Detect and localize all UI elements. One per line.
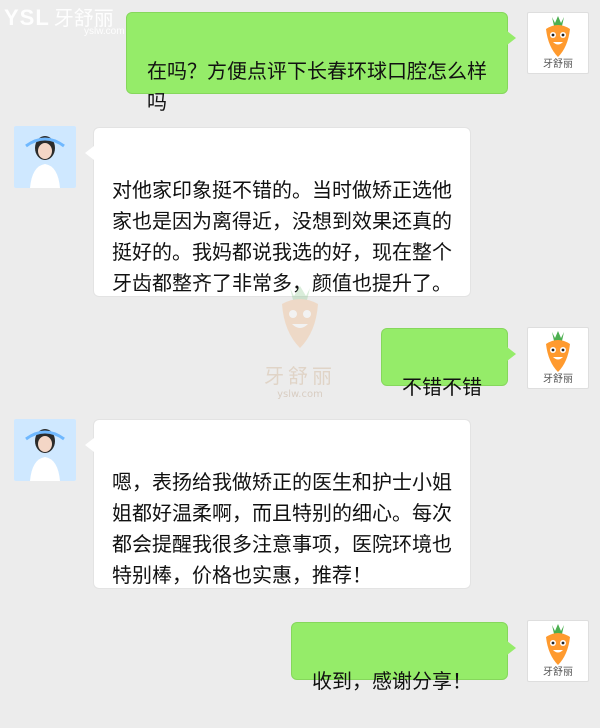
carrot-label: 牙舒丽 [543, 667, 573, 678]
carrot-label: 牙舒丽 [543, 374, 573, 385]
carrot-mascot-icon [546, 331, 570, 372]
carrot-label: 牙舒丽 [543, 59, 573, 70]
user-photo-icon [14, 126, 76, 188]
message-text: 在吗？方便点评下长春环球口腔怎么样吗 [147, 59, 487, 114]
carrot-mascot-icon [546, 624, 570, 665]
avatar-carrot[interactable]: 牙舒丽 [527, 12, 589, 74]
message-bubble-outgoing[interactable]: 不错不错 [381, 328, 516, 399]
avatar-carrot[interactable]: 牙舒丽 [527, 620, 589, 682]
watermark-prefix: YSL [4, 5, 50, 30]
user-photo-icon [14, 419, 76, 481]
center-watermark-url: yslw.com [277, 389, 323, 400]
message-bubble-outgoing[interactable]: 在吗？方便点评下长春环球口腔怎么样吗 [126, 12, 516, 114]
message-bubble-incoming[interactable]: 嗯，表扬给我做矫正的医生和护士小姐姐都好温柔啊，而且特别的细心。每次都会提醒我很… [85, 419, 471, 589]
brand-watermark: YSL 牙舒丽 yslw.com [4, 2, 125, 37]
message-bubble-incoming[interactable]: 对他家印象挺不错的。当时做矫正选他家也是因为离得近，没想到效果还真的挺好的。我妈… [85, 127, 471, 297]
avatar-carrot[interactable]: 牙舒丽 [527, 327, 589, 389]
avatar-user[interactable] [14, 419, 76, 481]
avatar-user[interactable] [14, 126, 76, 188]
carrot-mascot-icon [282, 286, 318, 348]
message-text: 对他家印象挺不错的。当时做矫正选他家也是因为离得近，没想到效果还真的挺好的。我妈… [112, 178, 452, 295]
center-watermark-brand: 牙舒丽 [264, 364, 336, 388]
carrot-mascot-icon [546, 16, 570, 57]
watermark-url: yslw.com [84, 26, 125, 37]
center-watermark: 牙舒丽 yslw.com [250, 282, 350, 400]
message-bubble-outgoing[interactable]: 收到，感谢分享！ [291, 622, 516, 693]
message-text: 收到，感谢分享！ [312, 669, 472, 693]
message-text: 嗯，表扬给我做矫正的医生和护士小姐姐都好温柔啊，而且特别的细心。每次都会提醒我很… [112, 470, 452, 587]
message-text: 不错不错 [402, 375, 482, 399]
